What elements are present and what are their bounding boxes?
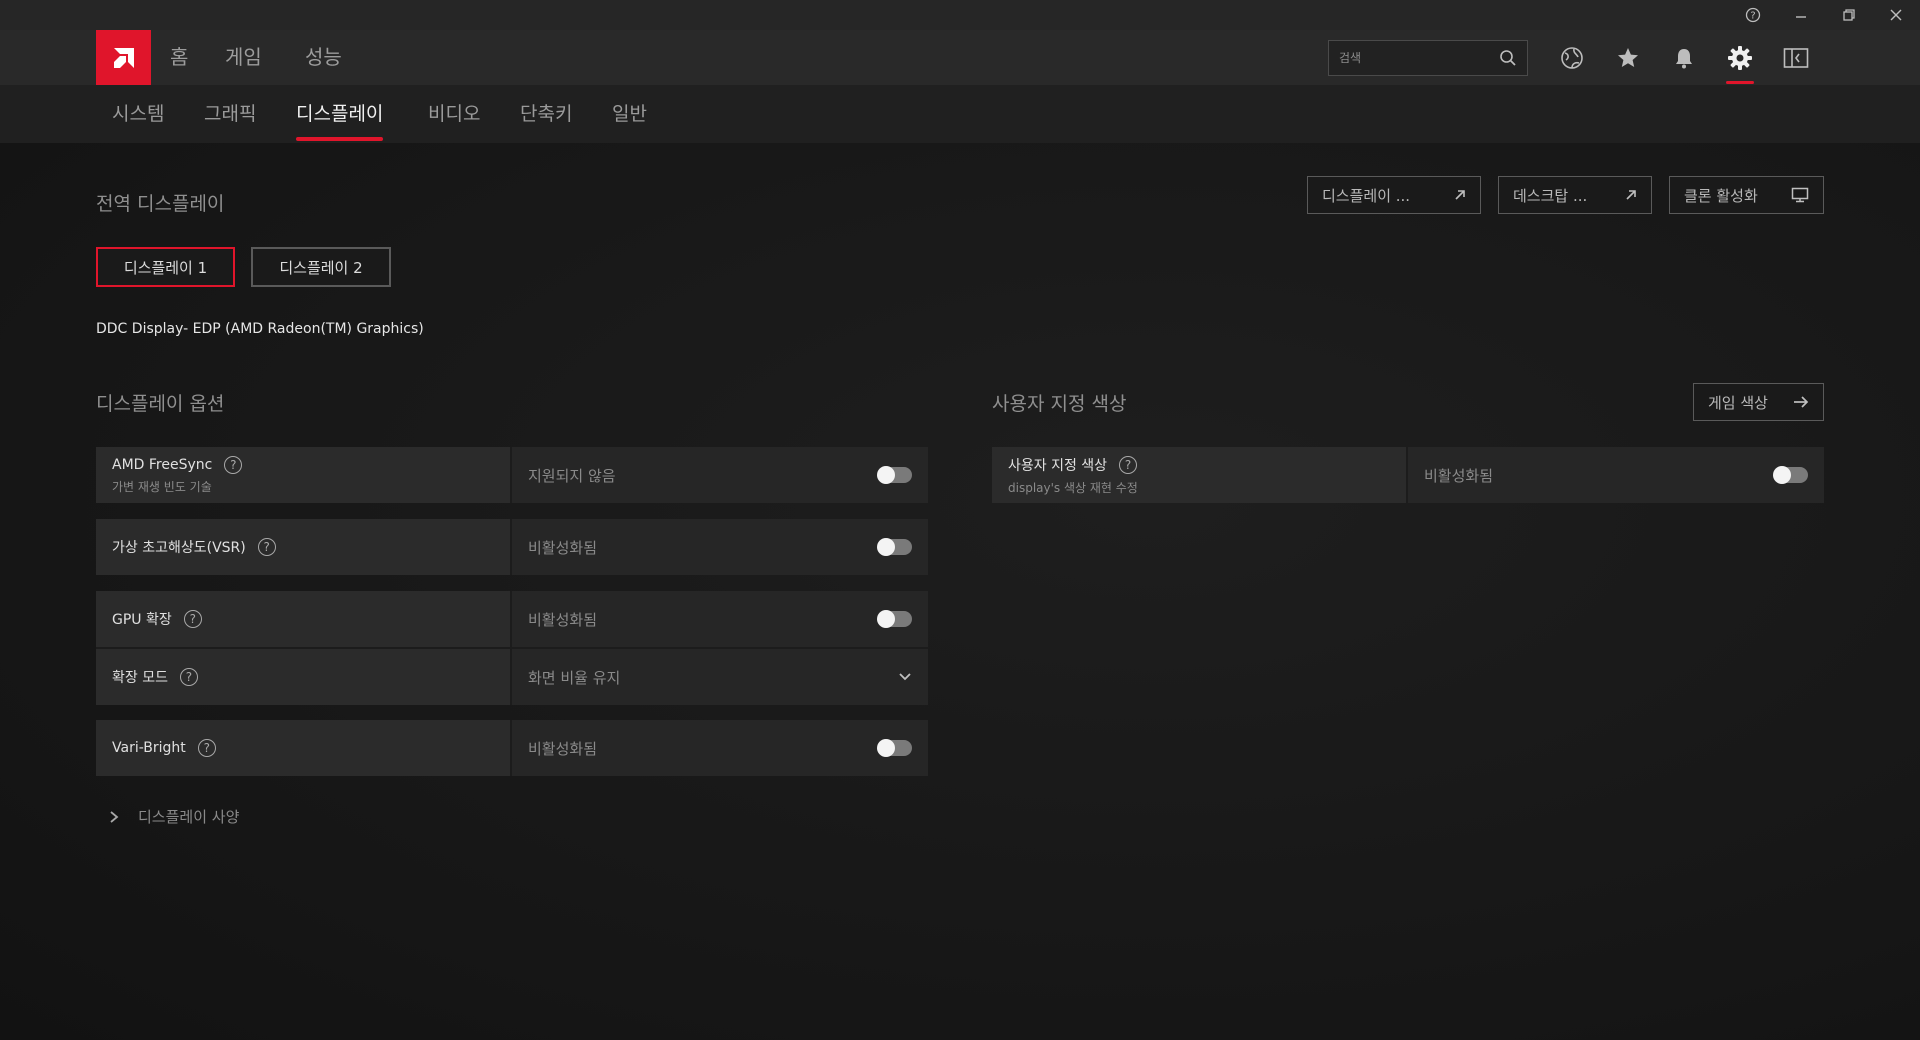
custom-color-title: 사용자 지정 색상 xyxy=(992,393,1127,415)
chevron-right-icon xyxy=(110,810,119,823)
vsr-label: 가상 초고해상도(VSR) xyxy=(112,540,246,556)
scaling-mode-row: 확장 모드 ? 화면 비율 유지 xyxy=(96,647,928,705)
custom-color-toggle[interactable] xyxy=(1773,466,1808,484)
star-icon[interactable] xyxy=(1612,42,1644,74)
nav-home[interactable]: 홈 xyxy=(170,30,188,85)
restore-button[interactable] xyxy=(1825,0,1873,30)
nav-gaming[interactable]: 게임 xyxy=(225,30,262,85)
nav-performance[interactable]: 성능 xyxy=(305,30,342,85)
help-icon[interactable]: ? xyxy=(1729,0,1777,30)
gpu-scaling-toggle[interactable] xyxy=(877,610,912,628)
scaling-mode-value: 화면 비율 유지 xyxy=(528,668,621,687)
monitor-icon xyxy=(1791,187,1809,203)
help-icon[interactable]: ? xyxy=(183,610,202,628)
global-display-title: 전역 디스플레이 xyxy=(96,193,225,215)
enable-clone-label: 클론 활성화 xyxy=(1684,186,1758,205)
tab-graphics[interactable]: 그래픽 xyxy=(204,85,256,143)
desktop-settings-label: 데스크탑 ... xyxy=(1513,186,1588,205)
sidebar-panel-icon[interactable] xyxy=(1780,42,1812,74)
scaling-mode-label: 확장 모드 xyxy=(112,670,168,686)
game-color-button[interactable]: 게임 색상 xyxy=(1693,383,1824,421)
scaling-mode-dropdown[interactable]: 화면 비율 유지 xyxy=(510,647,928,705)
tab-display[interactable]: 디스플레이 xyxy=(296,85,384,143)
freesync-row: AMD FreeSync ? 가변 재생 빈도 기술 지원되지 않음 xyxy=(96,447,928,503)
vari-bright-toggle[interactable] xyxy=(877,739,912,757)
display-settings-label: 디스플레이 ... xyxy=(1322,186,1411,205)
display-2-button[interactable]: 디스플레이 2 xyxy=(251,247,391,287)
close-button[interactable] xyxy=(1872,0,1920,30)
help-icon[interactable]: ? xyxy=(179,668,198,686)
display-specs-label: 디스플레이 사양 xyxy=(138,808,240,826)
minimize-button[interactable] xyxy=(1777,0,1825,30)
main-nav: 홈 게임 성능 xyxy=(0,30,1920,85)
search-box[interactable] xyxy=(1328,40,1528,76)
freesync-label: AMD FreeSync xyxy=(112,456,213,473)
vsr-status: 비활성화됨 xyxy=(528,538,598,557)
freesync-toggle[interactable] xyxy=(877,466,912,484)
bell-icon[interactable] xyxy=(1668,42,1700,74)
help-icon[interactable]: ? xyxy=(1119,455,1138,474)
settings-tabs: 시스템 그래픽 디스플레이 비디오 단축키 일반 xyxy=(0,85,1920,143)
custom-color-status: 비활성화됨 xyxy=(1424,466,1494,485)
help-icon[interactable]: ? xyxy=(224,455,243,474)
game-color-label: 게임 색상 xyxy=(1708,393,1768,412)
svg-text:?: ? xyxy=(1750,11,1755,22)
settings-gear-icon[interactable] xyxy=(1724,42,1756,84)
globe-icon[interactable] xyxy=(1556,42,1588,74)
tab-general[interactable]: 일반 xyxy=(612,85,647,143)
enable-clone-button[interactable]: 클론 활성화 xyxy=(1669,176,1824,214)
display-1-button[interactable]: 디스플레이 1 xyxy=(96,247,235,287)
vari-bright-label: Vari-Bright xyxy=(112,740,186,756)
external-link-icon xyxy=(1455,190,1465,200)
vari-bright-status: 비활성화됨 xyxy=(528,739,598,758)
freesync-description: 가변 재생 빈도 기술 xyxy=(112,479,212,494)
vsr-toggle[interactable] xyxy=(877,538,912,556)
gpu-scaling-row: GPU 확장 ? 비활성화됨 xyxy=(96,591,928,647)
custom-color-description: display's 색상 재현 수정 xyxy=(1008,480,1138,495)
custom-color-row: 사용자 지정 색상 ? display's 색상 재현 수정 비활성화됨 xyxy=(992,447,1824,503)
display-settings-page: 전역 디스플레이 디스플레이 ... 데스크탑 ... 클론 활성화 디스플레이… xyxy=(0,143,1920,1040)
tab-hotkeys[interactable]: 단축키 xyxy=(520,85,572,143)
tab-video[interactable]: 비디오 xyxy=(428,85,480,143)
display-options-title: 디스플레이 옵션 xyxy=(96,393,225,415)
chevron-down-icon xyxy=(899,673,911,681)
gpu-scaling-status: 비활성화됨 xyxy=(528,610,598,629)
help-icon[interactable]: ? xyxy=(197,739,216,757)
amd-logo-icon xyxy=(113,47,134,68)
gpu-scaling-label: GPU 확장 xyxy=(112,612,172,628)
display-settings-button[interactable]: 디스플레이 ... xyxy=(1307,176,1481,214)
amd-logo[interactable] xyxy=(96,30,151,85)
tab-system[interactable]: 시스템 xyxy=(112,85,164,143)
display-specs-expander[interactable]: 디스플레이 사양 xyxy=(108,806,239,827)
display-name: DDC Display- EDP (AMD Radeon(TM) Graphic… xyxy=(96,321,424,337)
help-icon[interactable]: ? xyxy=(257,538,276,556)
freesync-status: 지원되지 않음 xyxy=(528,466,616,485)
external-link-icon xyxy=(1626,190,1636,200)
title-bar: ? xyxy=(0,0,1920,30)
search-icon[interactable] xyxy=(1499,49,1517,67)
vari-bright-row: Vari-Bright ? 비활성화됨 xyxy=(96,720,928,776)
desktop-settings-button[interactable]: 데스크탑 ... xyxy=(1498,176,1652,214)
search-input[interactable] xyxy=(1339,51,1489,65)
vsr-row: 가상 초고해상도(VSR) ? 비활성화됨 xyxy=(96,519,928,575)
arrow-right-icon xyxy=(1794,396,1809,408)
custom-color-label: 사용자 지정 색상 xyxy=(1008,457,1108,474)
